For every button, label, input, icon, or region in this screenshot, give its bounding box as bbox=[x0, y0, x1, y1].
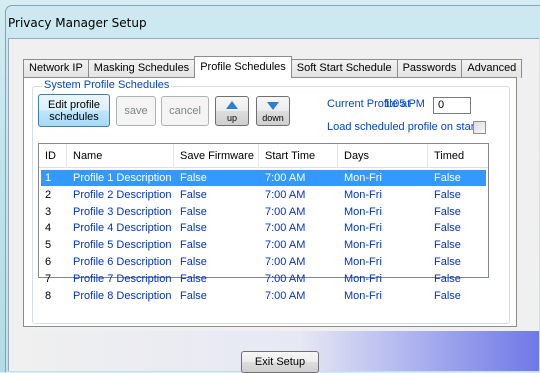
table-row[interactable]: 6 Profile 6 Description False 7:00 AM Mon-Fr… bbox=[41, 254, 486, 270]
table-cell: 7:00 AM bbox=[265, 172, 306, 184]
table-cell: False bbox=[180, 172, 207, 184]
table-cell: False bbox=[434, 205, 461, 218]
table-cell: 8 bbox=[45, 289, 52, 302]
table-cell: 7:00 AM bbox=[265, 188, 306, 201]
exit-setup-button[interactable]: Exit Setup bbox=[241, 351, 319, 373]
table-cell: 4 bbox=[45, 222, 52, 235]
edit-profile-schedules-button[interactable]: Edit profile schedules bbox=[38, 94, 110, 127]
table-cell: 3 bbox=[45, 205, 52, 218]
table-cell: 7:00 AM bbox=[265, 256, 306, 268]
table-row[interactable]: 1 Profile 1 Description False 7:00 AM Mon-Fr… bbox=[41, 170, 486, 186]
table-row[interactable]: 3 Profile 3 Description False 7:00 AM Mon-Fr… bbox=[41, 204, 486, 220]
column-header-start-time[interactable]: Start Time bbox=[259, 144, 338, 168]
table-cell: False bbox=[434, 272, 461, 285]
column-header-timed[interactable]: Timed bbox=[428, 144, 488, 168]
window-title: Privacy Manager Setup bbox=[8, 16, 147, 30]
table-cell: Mon-Fri bbox=[344, 239, 382, 252]
tab-strip: Network IP Masking Schedules Profile Sch… bbox=[23, 56, 523, 78]
current-profile-input[interactable]: 0 bbox=[433, 97, 471, 114]
table-cell: False bbox=[180, 188, 207, 201]
tab-masking-schedules[interactable]: Masking Schedules bbox=[87, 59, 196, 78]
up-label: up bbox=[226, 113, 237, 123]
table-cell: Profile 6 Description bbox=[73, 256, 172, 268]
table-cell: False bbox=[180, 205, 207, 218]
table-cell: Mon-Fri bbox=[344, 222, 382, 235]
table-cell: 7 bbox=[45, 272, 52, 285]
table-cell: Profile 3 Description bbox=[73, 205, 172, 218]
table-cell: Mon-Fri bbox=[344, 256, 382, 268]
table-row[interactable]: 7 Profile 7 Description False 7:00 AM Mon-Fr… bbox=[41, 271, 486, 287]
table-cell: False bbox=[434, 289, 461, 302]
edit-button-line2: schedules bbox=[49, 110, 99, 123]
table-cell: 2 bbox=[45, 188, 52, 201]
tab-passwords[interactable]: Passwords bbox=[396, 59, 463, 78]
cancel-button[interactable]: cancel bbox=[161, 96, 209, 126]
table-cell: 7:00 AM bbox=[265, 289, 306, 302]
table-cell: False bbox=[434, 222, 461, 235]
table-cell: 7:00 AM bbox=[265, 239, 306, 252]
column-header-id[interactable]: ID bbox=[39, 144, 67, 168]
save-button[interactable]: save bbox=[116, 96, 156, 126]
table-cell: Mon-Fri bbox=[344, 272, 382, 285]
table-cell: False bbox=[180, 289, 207, 302]
table-cell: False bbox=[434, 172, 461, 184]
profile-schedule-grid: ID Name Save Firmware Start Time Days Ti… bbox=[38, 143, 489, 302]
table-cell: False bbox=[434, 239, 461, 252]
column-header-name[interactable]: Name bbox=[67, 144, 174, 168]
move-up-button[interactable]: up bbox=[215, 96, 249, 126]
load-on-start-checkbox[interactable] bbox=[473, 121, 486, 134]
table-cell: False bbox=[180, 239, 207, 252]
current-profile-time: 1:05 PM bbox=[384, 98, 425, 110]
table-cell: 1 bbox=[45, 172, 52, 184]
down-label: down bbox=[262, 113, 284, 123]
table-cell: 7:00 AM bbox=[265, 222, 306, 235]
table-row[interactable]: 5 Profile 5 Description False 7:00 AM Mon-Fr… bbox=[41, 237, 486, 253]
table-cell: False bbox=[180, 256, 207, 268]
table-cell: 7:00 AM bbox=[265, 205, 306, 218]
tab-advanced[interactable]: Advanced bbox=[461, 59, 523, 78]
table-cell: Mon-Fri bbox=[344, 188, 382, 201]
table-cell: Mon-Fri bbox=[344, 205, 382, 218]
table-row[interactable]: 4 Profile 4 Description False 7:00 AM Mon-Fr… bbox=[41, 220, 486, 236]
move-down-button[interactable]: down bbox=[256, 96, 290, 126]
app-window: Privacy Manager Setup Network IP Masking… bbox=[5, 5, 540, 373]
table-cell: False bbox=[434, 256, 461, 268]
arrow-up-icon bbox=[226, 101, 238, 109]
tab-network-ip[interactable]: Network IP bbox=[23, 59, 89, 78]
table-cell: False bbox=[180, 272, 207, 285]
grid-header: ID Name Save Firmware Start Time Days Ti… bbox=[39, 144, 488, 168]
table-cell: Mon-Fri bbox=[344, 172, 382, 184]
table-cell: Mon-Fri bbox=[344, 289, 382, 302]
table-cell: 5 bbox=[45, 239, 52, 252]
tab-soft-start-schedule[interactable]: Soft Start Schedule bbox=[290, 59, 398, 78]
load-on-start-label: Load scheduled profile on start. bbox=[327, 121, 481, 133]
table-row[interactable]: 2 Profile 2 Description False 7:00 AM Mon-Fr… bbox=[41, 187, 486, 203]
table-cell: Profile 2 Description bbox=[73, 188, 172, 201]
table-cell: False bbox=[434, 188, 461, 201]
tab-profile-schedules[interactable]: Profile Schedules bbox=[194, 56, 292, 78]
table-cell: 7:00 AM bbox=[265, 272, 306, 285]
group-title: System Profile Schedules bbox=[42, 79, 172, 91]
column-header-save-firmware[interactable]: Save Firmware bbox=[174, 144, 259, 168]
table-cell: Profile 1 Description bbox=[73, 172, 172, 184]
arrow-down-icon bbox=[267, 102, 279, 110]
table-cell: Profile 8 Description bbox=[73, 289, 172, 302]
table-cell: Profile 4 Description bbox=[73, 222, 172, 235]
table-cell: False bbox=[180, 222, 207, 235]
table-row[interactable]: 8 Profile 8 Description False 7:00 AM Mon-Fr… bbox=[41, 288, 486, 304]
client-area: Network IP Masking Schedules Profile Sch… bbox=[8, 38, 539, 373]
table-cell: Profile 5 Description bbox=[73, 239, 172, 252]
edit-button-line1: Edit profile bbox=[48, 98, 100, 111]
table-cell: Profile 7 Description bbox=[73, 272, 172, 285]
table-cell: 6 bbox=[45, 256, 52, 268]
column-header-days[interactable]: Days bbox=[338, 144, 428, 168]
